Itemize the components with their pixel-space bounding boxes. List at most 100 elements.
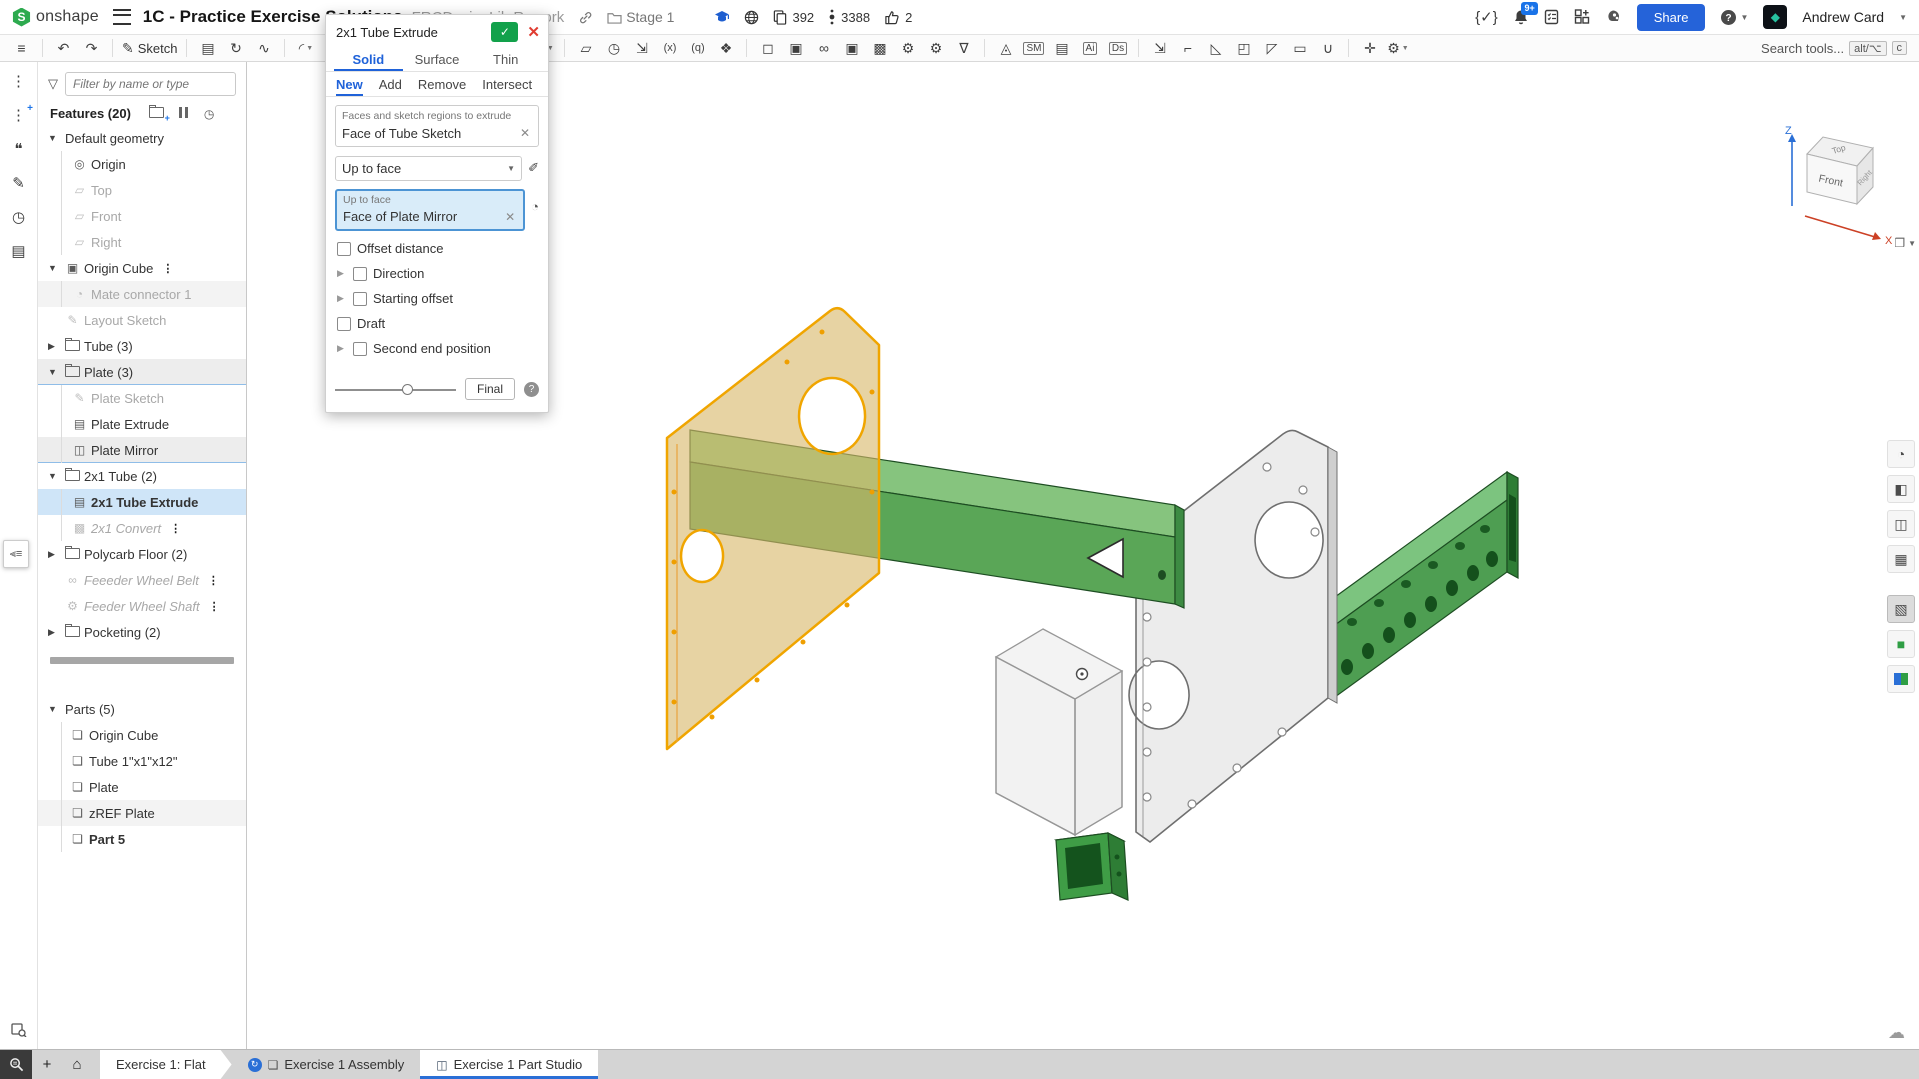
option-expander-icon[interactable]: ▶ — [337, 293, 347, 304]
dialog-close-button[interactable]: ✕ — [527, 23, 540, 41]
optab-remove[interactable]: Remove — [418, 72, 466, 96]
extrude-button[interactable]: ▤ — [194, 37, 221, 60]
direction-checkbox[interactable] — [353, 267, 367, 281]
flatten-button[interactable]: ⇲ — [1146, 37, 1173, 60]
feature-row-2x1-tube-2[interactable]: ▼2x1 Tube (2) — [38, 463, 246, 489]
apps-button[interactable] — [1574, 9, 1590, 25]
finish-button[interactable]: ◺ — [1202, 37, 1229, 60]
view-cube[interactable]: Z X Front Top Right ❒▼ — [1747, 92, 1919, 252]
parts-expander-icon[interactable]: ▼ — [48, 704, 63, 714]
preview-icon[interactable] — [11, 1023, 27, 1041]
mate-connector-point[interactable] — [1077, 669, 1088, 680]
expander-icon[interactable]: ▼ — [48, 263, 63, 273]
feature-menu-icon[interactable]: ⋮ — [208, 574, 219, 587]
tasks-button[interactable] — [1544, 9, 1559, 25]
search-tools-button[interactable]: Search tools... alt/⌥ c — [1761, 41, 1911, 56]
part-row-plate[interactable]: ❏Plate — [38, 774, 246, 800]
feature-row-tube-3[interactable]: ▶Tube (3) — [38, 333, 246, 359]
optab-new[interactable]: New — [336, 72, 363, 96]
user-menu-caret-icon[interactable]: ▼ — [1899, 13, 1907, 22]
breadcrumb[interactable]: Stage 1 — [607, 9, 674, 25]
variable-button[interactable]: (x) — [656, 37, 683, 60]
belt-calculator-button[interactable]: ∞ — [810, 37, 837, 60]
final-button[interactable]: Final — [465, 378, 515, 400]
transparent-box-part[interactable] — [996, 629, 1122, 835]
expander-icon[interactable]: ▼ — [48, 367, 63, 377]
history-stat[interactable]: 3388 — [828, 9, 870, 25]
optab-intersect[interactable]: Intersect — [482, 72, 532, 96]
material-button[interactable]: ▩ — [866, 37, 893, 60]
sheet-metal-table-button[interactable]: ▤ — [1048, 37, 1075, 60]
home-button[interactable]: ⌂ — [62, 1050, 92, 1079]
feature-row-front[interactable]: ▱Front — [38, 203, 246, 229]
feature-row-default-geometry[interactable]: ▼Default geometry — [38, 125, 246, 151]
mate-connector-button[interactable]: ⚙▼ — [1384, 37, 1411, 60]
undo-button[interactable]: ↶ — [50, 37, 77, 60]
named-views-button[interactable]: ▦ — [1887, 545, 1915, 573]
fastener-button[interactable]: ⚙ — [894, 37, 921, 60]
small-green-tube-part[interactable] — [1056, 833, 1128, 900]
part-row-tube-1-x1-x12[interactable]: ❏Tube 1"x1"x12" — [38, 748, 246, 774]
comments-icon[interactable]: ❝ — [14, 140, 22, 158]
rip-button[interactable]: ◸ — [1258, 37, 1285, 60]
history-icon[interactable]: ◷ — [12, 208, 25, 226]
help-button[interactable]: ? ▼ — [1720, 9, 1748, 26]
part-row-origin-cube[interactable]: ❏Origin Cube — [38, 722, 246, 748]
revolve-button[interactable]: ↻ — [222, 37, 249, 60]
feature-row-2x1-tube-extrude[interactable]: ▤2x1 Tube Extrude — [38, 489, 246, 515]
offset-distance-checkbox[interactable] — [337, 242, 351, 256]
gray-plate-part[interactable] — [1129, 430, 1337, 842]
main-menu-icon[interactable] — [113, 9, 131, 25]
copy-link-icon[interactable] — [578, 10, 593, 25]
optab-add[interactable]: Add — [379, 72, 402, 96]
gear-button[interactable]: ⚙ — [922, 37, 949, 60]
feature-statistics-icon[interactable]: ◷ — [204, 107, 214, 121]
feature-row-plate-mirror[interactable]: ◫Plate Mirror — [38, 437, 246, 463]
fillet-button[interactable]: ◜▼ — [292, 37, 319, 60]
corner-break-button[interactable]: ◰ — [1230, 37, 1257, 60]
draft-checkbox[interactable] — [337, 317, 351, 331]
feature-list-button[interactable]: ≡ — [8, 37, 35, 60]
feature-row-feeeder-wheel-belt[interactable]: ∞Feeeder Wheel Belt⋮ — [38, 567, 246, 593]
measure-ramp-button[interactable]: ◬ — [992, 37, 1019, 60]
doc-tab-exercise-1-part-studio[interactable]: ◫Exercise 1 Part Studio — [420, 1050, 598, 1079]
sketch-button[interactable]: ✎Sketch — [120, 37, 179, 60]
view-options-button[interactable]: ❒▼ — [1894, 236, 1916, 250]
onshape-logo[interactable]: S onshape — [12, 8, 99, 27]
slider-handle[interactable] — [402, 384, 413, 395]
feature-row-pocketing-2[interactable]: ▶Pocketing (2) — [38, 619, 246, 645]
feature-row-layout-sketch[interactable]: ✎Layout Sketch — [38, 307, 246, 333]
rollback-bar[interactable] — [50, 657, 234, 664]
view-options-button[interactable]: ◔ — [1887, 440, 1915, 468]
bend-button[interactable]: ⌐ — [1174, 37, 1201, 60]
feature-row-feeder-wheel-shaft[interactable]: ⚙Feeder Wheel Shaft⋮ — [38, 593, 246, 619]
add-tab-button[interactable]: + — [32, 1050, 62, 1079]
faces-selection-box[interactable]: Faces and sketch regions to extrude Face… — [335, 105, 539, 147]
learning-center-button[interactable] — [1605, 9, 1622, 25]
feature-row-top[interactable]: ▱Top — [38, 177, 246, 203]
rollback-slider[interactable] — [335, 383, 456, 396]
helix-button[interactable]: ◷ — [600, 37, 627, 60]
starting-offset-checkbox[interactable] — [353, 292, 367, 306]
feature-row-origin-cube[interactable]: ▼▣Origin Cube⋮ — [38, 255, 246, 281]
create-version-icon[interactable]: ⋮+ — [11, 106, 26, 124]
expander-icon[interactable]: ▶ — [48, 549, 63, 560]
feature-row-polycarb-floor-2[interactable]: ▶Polycarb Floor (2) — [38, 541, 246, 567]
tab-thin[interactable]: Thin — [471, 47, 540, 71]
tab-feature-button[interactable]: ▭ — [1286, 37, 1313, 60]
versions-icon[interactable]: ⋮ — [11, 72, 26, 90]
learning-badge[interactable] — [714, 10, 730, 24]
expander-icon[interactable]: ▼ — [48, 471, 63, 481]
part-appearance-button[interactable] — [1887, 665, 1915, 693]
tab-search-button[interactable] — [0, 1050, 32, 1079]
feature-menu-icon[interactable]: ⋮ — [209, 600, 220, 613]
expander-icon[interactable]: ▶ — [48, 627, 63, 638]
notifications-button[interactable]: 9+ — [1513, 9, 1529, 25]
section-view-button[interactable]: ◫ — [1887, 510, 1915, 538]
feature-row-origin[interactable]: ◎Origin — [38, 151, 246, 177]
derived-button[interactable]: ❖ — [712, 37, 739, 60]
sheet-metal-button[interactable]: SM — [1020, 37, 1047, 60]
frc-robot-button[interactable]: ▣ — [838, 37, 865, 60]
option-expander-icon[interactable]: ▶ — [337, 268, 347, 279]
redo-button[interactable]: ↷ — [78, 37, 105, 60]
